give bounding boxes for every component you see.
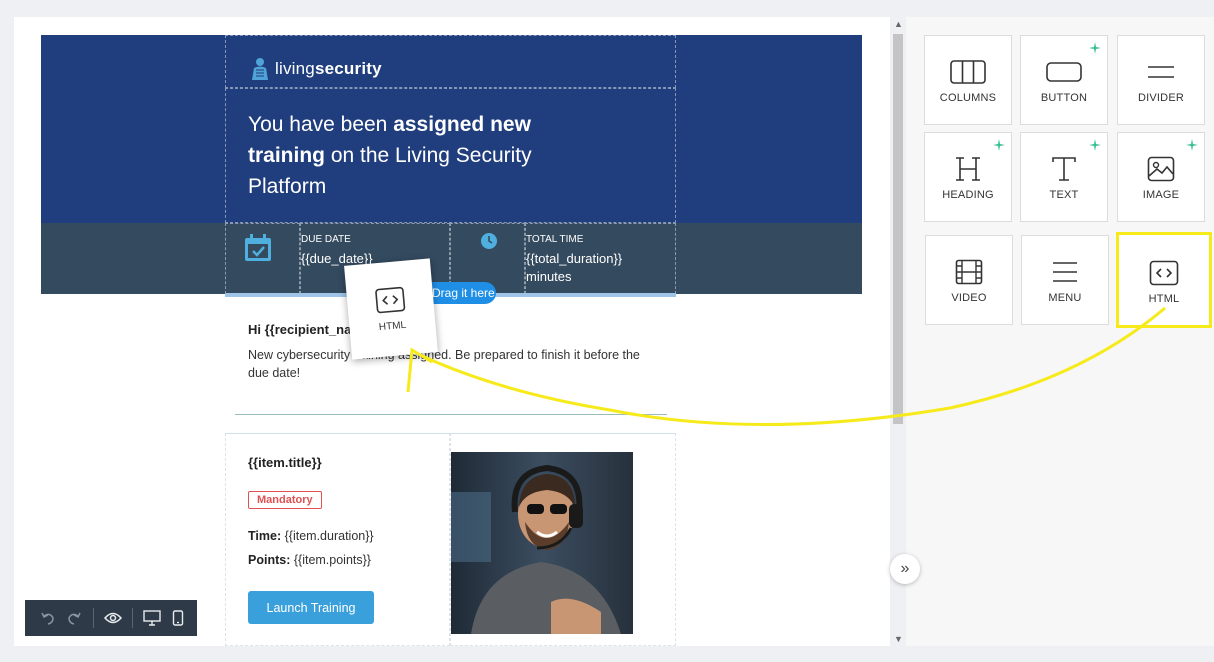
tile-html[interactable]: HTML <box>1116 232 1212 328</box>
content-divider[interactable] <box>235 414 667 415</box>
tile-video[interactable]: VIDEO <box>925 235 1013 325</box>
tile-label: VIDEO <box>951 292 987 304</box>
divider-icon <box>1146 58 1176 86</box>
tile-image[interactable]: IMAGE <box>1117 132 1205 222</box>
launch-training-button[interactable]: Launch Training <box>248 591 374 624</box>
html-code-icon <box>375 286 406 313</box>
image-icon <box>1147 155 1175 183</box>
item-time-value: {{item.duration}} <box>284 529 374 543</box>
dragged-html-label: HTML <box>378 319 407 333</box>
toolbar-separator <box>132 608 133 628</box>
ai-sparkle-icon <box>1089 41 1101 59</box>
tile-label: HTML <box>1148 293 1180 305</box>
email-headline[interactable]: You have been assigned new training on t… <box>248 109 578 202</box>
item-title[interactable]: {{item.title}} <box>248 455 322 470</box>
item-time-row: Time: {{item.duration}} <box>248 529 374 543</box>
total-time-value-line2: minutes <box>526 269 572 284</box>
dragged-html-block[interactable]: HTML <box>344 258 438 360</box>
scroll-up-arrow-icon[interactable]: ▲ <box>894 19 903 29</box>
training-photo-image[interactable] <box>451 452 633 634</box>
text-icon <box>1050 155 1078 183</box>
tile-label: BUTTON <box>1040 92 1088 104</box>
total-time-value: {{total_duration}} minutes <box>526 250 622 286</box>
html-icon <box>1149 259 1179 287</box>
total-time-label: TOTAL TIME <box>526 234 584 245</box>
scroll-thumb[interactable] <box>893 34 903 424</box>
scroll-down-arrow-icon[interactable]: ▼ <box>894 634 903 644</box>
logo-figure-icon <box>252 58 268 80</box>
heading-icon <box>954 155 982 183</box>
logo-text-prefix: living <box>275 59 315 78</box>
toolbar-separator <box>93 608 94 628</box>
tile-label: DIVIDER <box>1137 92 1185 104</box>
tile-columns[interactable]: COLUMNS <box>924 35 1012 125</box>
video-icon <box>955 258 983 286</box>
clock-icon <box>480 232 498 255</box>
item-points-row: Points: {{item.points}} <box>248 553 371 567</box>
living-security-logo: livingsecurity <box>249 57 382 81</box>
tile-menu[interactable]: MENU <box>1021 235 1109 325</box>
button-icon <box>1046 58 1082 86</box>
editor-toolbar <box>25 600 197 636</box>
total-time-value-line1: {{total_duration}} <box>526 251 623 266</box>
content-blocks-panel: COLUMNS BUTTON DIVIDER HEADING TEXT IMAG <box>906 17 1214 646</box>
tile-heading[interactable]: HEADING <box>924 132 1012 222</box>
tile-label: MENU <box>1048 292 1082 304</box>
due-date-label: DUE DATE <box>301 234 351 245</box>
mandatory-badge: Mandatory <box>248 491 322 509</box>
email-canvas[interactable]: livingsecurity You have been assigned ne… <box>14 17 890 646</box>
desktop-view-icon[interactable] <box>139 605 165 631</box>
greeting-body-text[interactable]: New cybersecurity training assigned. Be … <box>248 346 658 382</box>
tile-label: HEADING <box>942 189 994 201</box>
tile-label: IMAGE <box>1142 189 1180 201</box>
menu-icon <box>1051 258 1079 286</box>
section-border <box>225 433 676 434</box>
item-points-value: {{item.points}} <box>293 553 371 567</box>
headline-text-1: You have been <box>248 113 394 136</box>
item-time-label: Time: <box>248 529 282 543</box>
ai-sparkle-icon <box>1186 138 1198 156</box>
tile-button[interactable]: BUTTON <box>1020 35 1108 125</box>
mobile-view-icon[interactable] <box>165 605 191 631</box>
tile-text[interactable]: TEXT <box>1020 132 1108 222</box>
logo-text-suffix: security <box>314 59 382 78</box>
calendar-icon <box>243 233 273 268</box>
item-points-label: Points: <box>248 553 291 567</box>
canvas-scrollbar[interactable]: ▲ ▼ <box>890 17 906 646</box>
tile-label: COLUMNS <box>939 92 997 104</box>
tile-divider[interactable]: DIVIDER <box>1117 35 1205 125</box>
columns-icon <box>950 58 986 86</box>
preview-eye-icon[interactable] <box>100 605 126 631</box>
ai-sparkle-icon <box>993 138 1005 156</box>
redo-icon[interactable] <box>61 605 87 631</box>
tile-label: TEXT <box>1049 189 1079 201</box>
undo-icon[interactable] <box>35 605 61 631</box>
collapse-panel-chevron-icon[interactable]: » <box>890 554 920 584</box>
ai-sparkle-icon <box>1089 138 1101 156</box>
